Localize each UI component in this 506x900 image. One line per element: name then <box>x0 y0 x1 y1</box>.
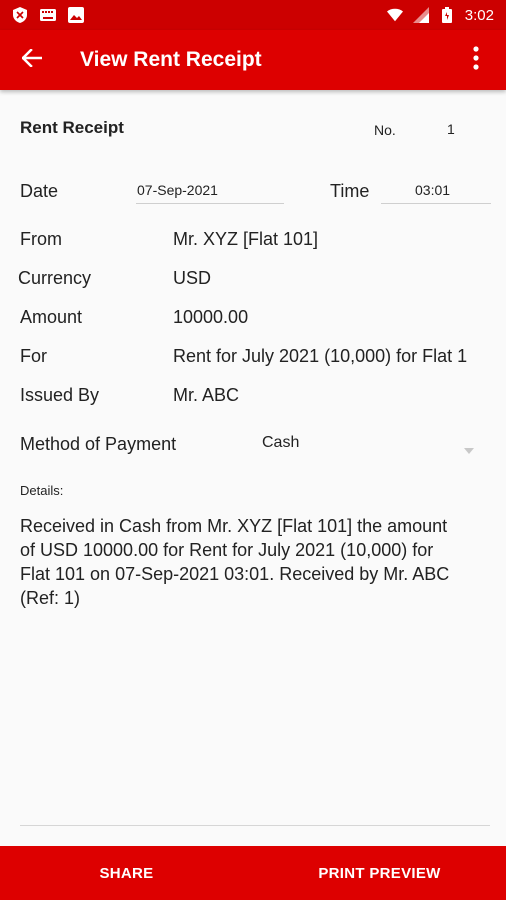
time-field[interactable]: 03:01 <box>381 178 491 204</box>
date-label: Date <box>20 181 59 201</box>
battery-icon <box>439 7 455 23</box>
status-time: 3:02 <box>464 6 494 24</box>
receipt-no-value: 1 <box>447 121 455 137</box>
app-bar: View Rent Receipt <box>0 30 506 90</box>
more-vertical-icon <box>473 45 479 75</box>
payment-method-value: Cash <box>262 434 300 451</box>
time-label: Time <box>330 181 370 201</box>
issued-by-label: Issued By <box>20 385 100 405</box>
shield-notification-icon <box>12 7 28 23</box>
signal-icon <box>412 7 429 23</box>
arrow-left-icon <box>21 47 43 72</box>
currency-value: USD <box>173 268 212 288</box>
currency-label: Currency <box>18 268 92 288</box>
receipt-form: Rent Receipt No. 1 Date 07-Sep-2021 Time… <box>0 90 506 846</box>
dropdown-arrow-icon <box>464 441 474 459</box>
for-value: Rent for July 2021 (10,000) for Flat 1 <box>173 346 468 366</box>
details-label: Details: <box>20 483 64 498</box>
issued-by-value: Mr. ABC <box>173 385 240 405</box>
from-label: From <box>20 229 62 249</box>
for-label: For <box>20 346 47 366</box>
share-button[interactable]: SHARE <box>0 846 253 900</box>
image-notification-icon <box>68 7 84 23</box>
date-field[interactable]: 07-Sep-2021 <box>136 178 284 204</box>
from-value: Mr. XYZ [Flat 101] <box>173 229 319 249</box>
page-title: View Rent Receipt <box>80 48 262 71</box>
method-label: Method of Payment <box>20 434 177 454</box>
amount-value: 10000.00 <box>173 307 249 327</box>
wifi-icon <box>386 7 403 23</box>
receipt-heading: Rent Receipt <box>20 118 124 137</box>
back-button[interactable] <box>0 30 64 90</box>
status-bar: 3:02 <box>0 0 506 30</box>
payment-method-select[interactable]: Cash <box>250 424 490 464</box>
time-value: 03:01 <box>415 182 451 198</box>
amount-label: Amount <box>20 307 83 327</box>
print-preview-button[interactable]: PRINT PREVIEW <box>253 846 506 900</box>
divider <box>20 825 490 826</box>
bottom-action-bar: SHARE PRINT PREVIEW <box>0 846 506 900</box>
date-value: 07-Sep-2021 <box>137 182 218 198</box>
details-text: Received in Cash from Mr. XYZ [Flat 101]… <box>20 516 450 608</box>
keyboard-notification-icon <box>40 7 56 23</box>
receipt-no-label: No. <box>374 122 396 138</box>
overflow-menu-button[interactable] <box>446 30 506 90</box>
